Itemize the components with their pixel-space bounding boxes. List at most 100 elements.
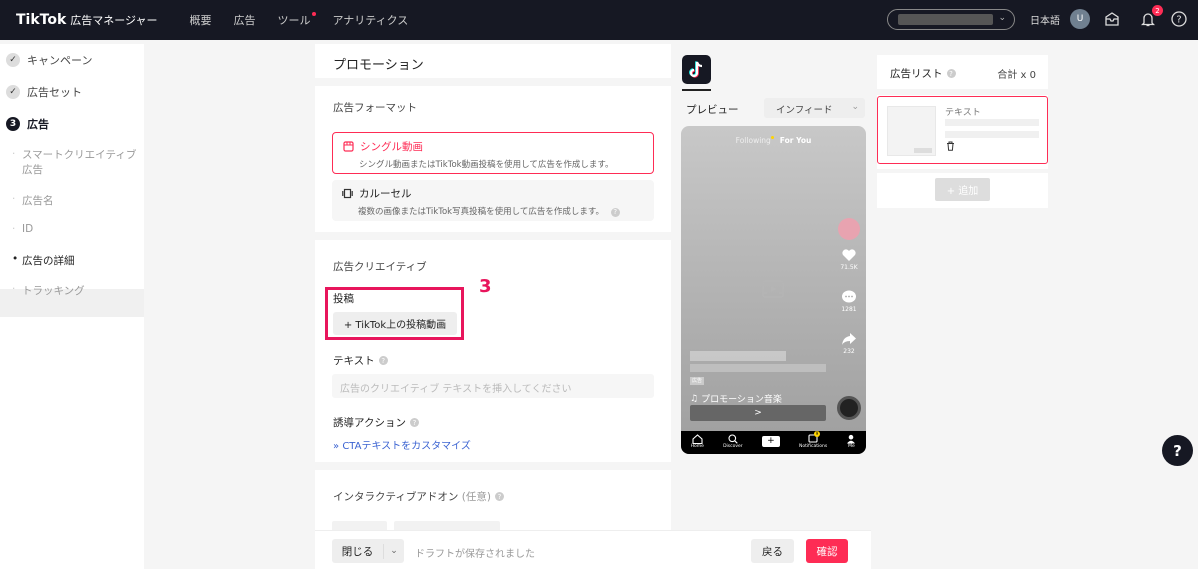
sub-item-tracking[interactable]: · トラッキング	[12, 283, 85, 298]
bullet: ·	[12, 193, 16, 205]
nav-label: Discover	[723, 444, 743, 449]
preview-label: プレビュー	[686, 104, 739, 116]
creative-section-label: 広告クリエイティブ	[333, 261, 427, 273]
format-desc-row: 複数の画像またはTikTok写真投稿を使用して広告を作成します。 ?	[358, 205, 646, 217]
format-desc: シングル動画またはTikTok動画投稿を使用して広告を作成します。	[359, 160, 614, 170]
inbox-icon[interactable]	[1103, 10, 1121, 28]
help-circle-icon[interactable]: ?	[1170, 10, 1188, 28]
caption-placeholder	[690, 364, 826, 372]
format-single-video[interactable]: シングル動画 シングル動画またはTikTok動画投稿を使用して広告を作成します。	[332, 132, 654, 174]
share-button: 232	[837, 332, 861, 355]
plus-icon: +	[761, 436, 780, 447]
step-ad-group[interactable]: ✓ 広告セット	[6, 84, 82, 100]
brand-subtitle: 広告マネージャー	[70, 14, 158, 27]
placement-select[interactable]: インフィード ⌄	[764, 98, 865, 118]
nav-tools[interactable]: ツール	[277, 12, 316, 28]
back-button[interactable]: 戻る	[751, 539, 794, 563]
close-button[interactable]: 閉じる ⌄	[332, 539, 404, 563]
profile-avatar	[837, 218, 861, 240]
bottom-action-bar: 閉じる ⌄ ドラフトが保存されました 戻る 確認	[315, 530, 871, 569]
help-icon[interactable]: ?	[494, 492, 504, 501]
nav-notifications: 9 Notifications	[799, 431, 828, 449]
chevron-down-icon[interactable]: ⌄	[384, 546, 404, 556]
thumbnail-bar	[914, 148, 932, 153]
step-label: 広告セット	[27, 86, 82, 99]
check-icon: ✓	[6, 53, 20, 67]
language-switch[interactable]: 日本語	[1030, 12, 1060, 27]
svg-text:?: ?	[1176, 15, 1181, 26]
ad-list-title-text: 広告リスト	[890, 68, 943, 80]
help-icon[interactable]: ?	[946, 69, 956, 78]
cta-label-text: 誘導アクション	[333, 417, 406, 429]
ad-card-line	[945, 131, 1039, 138]
like-button: 71.5K	[837, 248, 861, 271]
nav-ads[interactable]: 広告	[234, 12, 256, 28]
ad-text-input[interactable]: 広告のクリエイティブ テキストを挿入してください	[332, 374, 654, 398]
draft-status: ドラフトが保存されました	[415, 549, 535, 560]
notification-badge: 2	[1152, 5, 1163, 16]
bullet: ·	[12, 223, 16, 235]
placement-value: インフィード	[776, 105, 833, 116]
main-nav: 概要 広告 ツール アナリティクス	[190, 12, 409, 28]
nav-badge: 9	[814, 431, 821, 437]
avatar[interactable]: U	[1070, 9, 1090, 29]
nav-label: Notifications	[799, 444, 828, 449]
sub-item-ad-name[interactable]: · 広告名	[12, 193, 54, 208]
tiktok-ads-logo[interactable]: TikTok 広告マネージャー	[16, 12, 158, 28]
sub-item-ad-details[interactable]: • 広告の詳細	[12, 253, 75, 268]
nav-label: Me	[848, 444, 855, 449]
section-divider	[315, 78, 671, 86]
sub-item-smart-creative[interactable]: · スマートクリエイティブ 広告	[12, 148, 136, 178]
ad-card[interactable]: テキスト	[877, 96, 1048, 164]
format-carousel[interactable]: カルーセル 複数の画像またはTikTok写真投稿を使用して広告を作成します。 ?	[332, 180, 654, 221]
live-dot	[770, 136, 774, 139]
step-label: 広告	[27, 118, 49, 131]
customize-cta-link[interactable]: » CTAテキストをカスタマイズ	[333, 437, 471, 452]
add-ad-button[interactable]: + 追加	[935, 178, 990, 201]
cta-preview-bar: >	[690, 405, 826, 421]
confirm-button[interactable]: 確認	[806, 539, 848, 563]
nav-overview[interactable]: 概要	[190, 12, 212, 28]
annotation-highlight-box	[325, 287, 464, 340]
format-title: カルーセル	[359, 188, 412, 200]
format-title: シングル動画	[360, 141, 423, 153]
sub-item-id[interactable]: · ID	[12, 223, 33, 235]
nav-create: +	[761, 434, 780, 447]
cta-link-text: CTAテキストをカスタマイズ	[342, 441, 471, 452]
chevron-down-icon: ⌄	[998, 13, 1006, 23]
chevron-down-icon: »	[333, 441, 340, 452]
help-icon[interactable]: ?	[378, 356, 388, 365]
help-fab-icon[interactable]: ?	[1162, 435, 1193, 466]
step-campaign[interactable]: ✓ キャンペーン	[6, 52, 92, 68]
share-count: 232	[843, 348, 855, 355]
bullet: •	[12, 253, 19, 265]
trash-icon[interactable]	[946, 141, 955, 151]
ad-card-line	[945, 119, 1039, 126]
sub-item-label: トラッキング	[22, 285, 85, 297]
sub-item-label: 広告名	[22, 195, 54, 207]
account-selector[interactable]: ⌄	[887, 9, 1015, 30]
tiktok-placement-icon[interactable]	[682, 55, 711, 84]
username-placeholder	[690, 351, 786, 361]
ad-list-total: 合計 x 0	[997, 70, 1036, 81]
nav-analytics[interactable]: アナリティクス	[333, 12, 409, 28]
brand-name: TikTok	[16, 12, 67, 28]
sub-item-label: スマートクリエイティブ 広告	[22, 148, 136, 178]
text-label-text: テキスト	[333, 355, 375, 367]
tab-for-you: For You	[779, 136, 812, 145]
sub-item-label: ID	[22, 223, 34, 235]
nav-tools-label: ツール	[277, 14, 311, 27]
video-placeholder-icon	[762, 280, 784, 298]
step-ad[interactable]: 3 広告	[6, 116, 49, 132]
help-icon[interactable]: ?	[610, 207, 620, 217]
heart-icon	[842, 249, 856, 261]
profile-icon	[847, 434, 856, 444]
section-divider	[315, 462, 671, 470]
interactive-addon-label: インタラクティブアドオン (任意)?	[333, 489, 504, 504]
help-icon[interactable]: ?	[409, 418, 419, 427]
ad-list-title: 広告リスト?	[890, 66, 956, 81]
bullet: ·	[12, 148, 16, 160]
carousel-icon	[342, 188, 353, 199]
sub-item-label-line2: 広告	[22, 164, 43, 176]
text-label: テキスト?	[333, 353, 388, 368]
